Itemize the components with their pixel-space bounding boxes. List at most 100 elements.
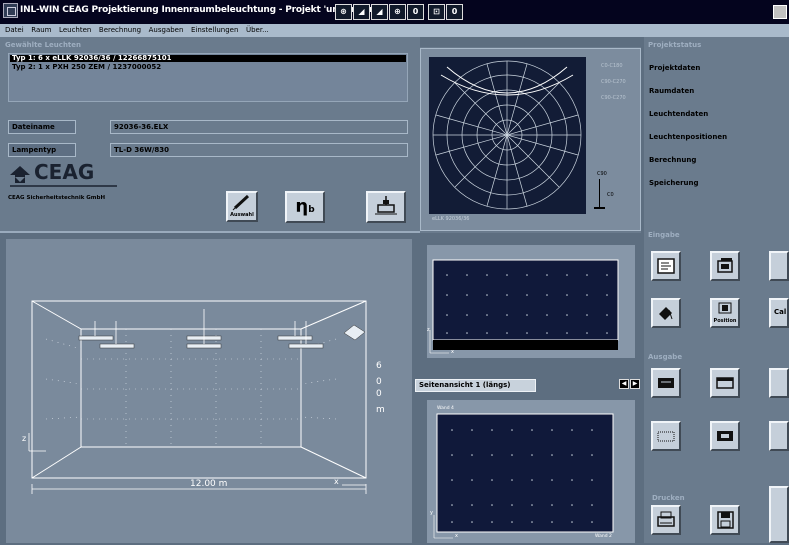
ausgabe-title: Ausgabe [648, 353, 683, 361]
room-width-label: 12.00 m [190, 479, 228, 489]
print-button[interactable] [651, 505, 681, 535]
box-icon [717, 258, 733, 273]
room-height-digit: 0 [376, 389, 382, 399]
menu-bar: Datei Raum Leuchten Berechnung Ausgaben … [0, 24, 789, 37]
output-iso-button[interactable] [769, 421, 789, 451]
save-button[interactable] [710, 505, 740, 535]
eingabe-title: Eingabe [648, 231, 680, 239]
position-button[interactable]: Position [710, 298, 740, 328]
side-view-panel[interactable]: z x [427, 245, 635, 358]
dateiname-field[interactable]: 92036-36.ELX [110, 120, 408, 134]
wand4-label: Wand 4 [437, 406, 454, 411]
x-axis-label: x [334, 477, 339, 486]
ldc-scale-mid: C0 [607, 192, 614, 198]
output-window-button[interactable] [710, 368, 740, 398]
output-grid-button[interactable] [651, 421, 681, 451]
menu-leuchten[interactable]: Leuchten [59, 24, 91, 37]
title-bar: INL-WIN CEAG Projektierung Innenraumbele… [0, 0, 789, 24]
top-view-panel[interactable]: Wand 4 Wand 2 y x [427, 400, 635, 543]
z-axis-label: z [22, 434, 27, 443]
ruler-icon [659, 307, 673, 320]
auswahl-button[interactable]: Auswahl [226, 191, 258, 222]
polar-diagram-box: C0-C180 C90-C270 C90-C270 C90 C0 eLLK 92… [420, 48, 641, 231]
wand2-label: Wand 2 [595, 534, 612, 539]
menu-berechnung[interactable]: Berechnung [99, 24, 141, 37]
output-chart-button[interactable] [769, 368, 789, 398]
lampentyp-label: Lampentyp [8, 143, 76, 157]
room-height-digit: 6 [376, 361, 382, 371]
ldc-caption: eLLK 92036/36 [432, 216, 470, 222]
dotted-grid-icon [657, 431, 675, 442]
toolbar-button-7[interactable]: 0 [446, 4, 463, 20]
printer-icon [657, 511, 675, 527]
status-leuchtenpositionen[interactable]: Leuchtenpositionen [649, 133, 727, 141]
toolbar-button-1[interactable]: ⊛ [335, 4, 352, 20]
measure-button[interactable] [651, 298, 681, 328]
room-wireframe [28, 300, 367, 494]
toolbar-button-4[interactable]: ⊕ [389, 4, 406, 20]
status-leuchtendaten[interactable]: Leuchtendaten [649, 110, 708, 118]
luminaire-input-button[interactable] [710, 251, 740, 281]
status-berechnung[interactable]: Berechnung [649, 156, 696, 164]
ldc-label-2: C90-C270 [601, 79, 626, 85]
luminaire-list-item[interactable]: Typ 2: 1 x PXH 250 ZEM / 1237000052 [12, 63, 161, 71]
more-input-button[interactable] [769, 251, 789, 281]
window-control-button[interactable] [773, 5, 787, 19]
dateiname-label: Dateiname [8, 120, 76, 134]
calc-button[interactable]: Cal [769, 298, 789, 328]
ceag-subtitle: CEAG Sicherheitstechnik GmbH [8, 195, 106, 201]
next-view-button[interactable]: ▶ [630, 379, 640, 389]
pencil-icon [232, 194, 250, 211]
menu-ueber[interactable]: Über... [246, 24, 269, 37]
output-table-button[interactable] [651, 368, 681, 398]
position-label: Position [713, 318, 737, 324]
exit-button[interactable] [769, 486, 789, 543]
lamp-mount-icon [375, 196, 397, 215]
status-title: Projektstatus [648, 41, 702, 49]
menu-datei[interactable]: Datei [5, 24, 24, 37]
efficiency-button[interactable]: ηb [285, 191, 325, 223]
side-bot-x-label: x [455, 533, 458, 539]
app-icon[interactable] [3, 3, 18, 18]
side-view-selector[interactable]: Seitenansicht 1 (längs) [415, 379, 536, 392]
auswahl-button-label: Auswahl [230, 212, 254, 218]
selected-luminaires-panel: Gewählte Leuchten Typ 1: 6 x eLLK 92036/… [0, 37, 420, 233]
form-icon [657, 258, 675, 274]
drucken-title: Drucken [652, 494, 685, 502]
menu-raum[interactable]: Raum [31, 24, 51, 37]
side-top-z-label: z [427, 327, 430, 333]
luminaire-list[interactable]: Typ 1: 6 x eLLK 92036/36 / 12266875101 T… [8, 53, 408, 102]
status-projektdaten[interactable]: Projektdaten [649, 64, 700, 72]
toolbar-button-3[interactable]: ◢ [371, 4, 388, 20]
eta-subscript: b [308, 205, 315, 215]
luminaire-list-item[interactable]: Typ 1: 6 x eLLK 92036/36 / 12266875101 [10, 55, 406, 62]
installation-button[interactable] [366, 191, 406, 223]
status-raumdaten[interactable]: Raumdaten [649, 87, 694, 95]
menu-einstellungen[interactable]: Einstellungen [191, 24, 238, 37]
polar-diagram [429, 57, 605, 214]
ldc-scale-top: C90 [597, 171, 607, 177]
table-icon [658, 378, 674, 388]
status-speicherung[interactable]: Speicherung [649, 179, 699, 187]
ceag-logo-text: CEAG [34, 160, 95, 184]
lamps-section-title: Gewählte Leuchten [5, 41, 81, 49]
toolbar-button-5[interactable]: 0 [407, 4, 424, 20]
room-3d-view[interactable]: 12.00 m 6 0 0 m z x [6, 239, 412, 543]
ldc-label-1: C0-C180 [601, 63, 623, 69]
menu-ausgaben[interactable]: Ausgaben [149, 24, 184, 37]
output-plan-button[interactable] [710, 421, 740, 451]
side-top-x-label: x [451, 349, 454, 355]
floppy-disk-icon [717, 511, 734, 529]
tools-panel: Eingabe Position Cal Ausgabe Drucken [644, 228, 789, 543]
window-title: INL-WIN CEAG Projektierung Innenraumbele… [20, 5, 382, 15]
room-input-button[interactable] [651, 251, 681, 281]
toolbar-button-6[interactable]: ⊡ [428, 4, 445, 20]
side-bot-y-label: y [430, 510, 433, 516]
toolbar-button-2[interactable]: ◢ [353, 4, 370, 20]
light-distribution-panel: C0-C180 C90-C270 C90-C270 C90 C0 eLLK 92… [420, 47, 641, 233]
prev-view-button[interactable]: ◀ [619, 379, 629, 389]
lampentyp-field[interactable]: TL-D 36W/830 [110, 143, 408, 157]
eta-symbol: η [295, 196, 309, 217]
room-height-unit: m [376, 405, 385, 415]
top-view-grid [433, 413, 614, 539]
